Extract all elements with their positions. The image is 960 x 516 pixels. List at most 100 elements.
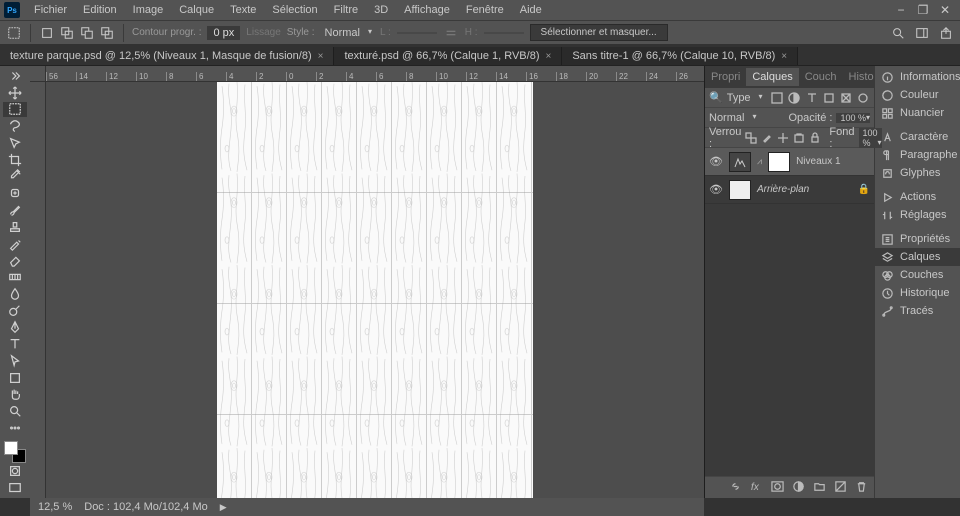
tab-doc-3[interactable]: Sans titre-1 @ 66,7% (Calque 10, RVB/8)× — [562, 47, 798, 65]
blur-tool[interactable] — [3, 286, 27, 302]
mask-icon[interactable] — [771, 480, 784, 496]
screen-mode[interactable] — [3, 480, 27, 496]
lock-trans-icon[interactable] — [745, 131, 757, 145]
menu-window[interactable]: Fenêtre — [458, 0, 512, 20]
pen-tool[interactable] — [3, 319, 27, 335]
visibility-icon[interactable]: 👁 — [709, 183, 723, 196]
dodge-tool[interactable] — [3, 303, 27, 319]
sel-add-icon[interactable] — [59, 25, 75, 41]
rail-swatches[interactable]: Nuancier — [875, 104, 960, 122]
style-dropdown[interactable]: Normal — [321, 26, 374, 40]
window-restore[interactable]: ❐ — [912, 3, 934, 17]
window-minimize[interactable]: − — [890, 3, 912, 17]
rail-character[interactable]: Caractère — [875, 128, 960, 146]
share-icon[interactable] — [938, 25, 954, 41]
feather-input[interactable]: 0 px — [207, 26, 240, 40]
viewport[interactable] — [46, 82, 704, 498]
lasso-tool[interactable] — [3, 118, 27, 134]
mask-thumb[interactable] — [768, 152, 790, 172]
history-brush-tool[interactable] — [3, 236, 27, 252]
rail-channels[interactable]: Couches — [875, 266, 960, 284]
menu-view[interactable]: Affichage — [396, 0, 458, 20]
link-layers-icon[interactable] — [729, 480, 742, 496]
layer-thumb[interactable] — [729, 180, 751, 200]
group-icon[interactable] — [813, 480, 826, 496]
quick-mask[interactable] — [3, 464, 27, 480]
rail-adjustments[interactable]: Réglages — [875, 206, 960, 224]
select-and-mask-button[interactable]: Sélectionner et masquer... — [530, 24, 668, 41]
path-select-tool[interactable] — [3, 353, 27, 369]
menu-select[interactable]: Sélection — [264, 0, 325, 20]
ruler-horizontal[interactable]: 5614121086420246810121416182022242628303… — [46, 66, 704, 82]
sel-intersect-icon[interactable] — [99, 25, 115, 41]
lock-paint-icon[interactable] — [761, 131, 773, 145]
filter-shape-icon[interactable] — [822, 91, 835, 105]
type-tool[interactable] — [3, 336, 27, 352]
blend-mode-dropdown[interactable]: Normal — [709, 112, 756, 124]
eyedropper-tool[interactable] — [3, 169, 27, 185]
expand-toolbox[interactable] — [3, 68, 27, 84]
rail-properties[interactable]: Propriétés — [875, 230, 960, 248]
filter-type-icon[interactable] — [805, 91, 818, 105]
search-icon[interactable] — [890, 25, 906, 41]
close-icon[interactable]: × — [781, 51, 787, 62]
menu-layer[interactable]: Calque — [171, 0, 222, 20]
adj-thumb[interactable] — [729, 152, 751, 172]
layer-name[interactable]: Arrière-plan — [757, 184, 809, 195]
menu-file[interactable]: Fichier — [26, 0, 75, 20]
menu-filter[interactable]: Filtre — [326, 0, 366, 20]
zoom-tool[interactable] — [3, 403, 27, 419]
brush-tool[interactable] — [3, 202, 27, 218]
menu-edit[interactable]: Edition — [75, 0, 125, 20]
ruler-vertical[interactable] — [30, 82, 46, 498]
new-layer-icon[interactable] — [834, 480, 847, 496]
doc-size-display[interactable]: Doc : 102,4 Mo/102,4 Mo — [84, 501, 208, 513]
rail-informations[interactable]: Informations — [875, 68, 960, 86]
edit-toolbar[interactable] — [3, 420, 27, 436]
rail-glyphs[interactable]: Glyphes — [875, 164, 960, 182]
filter-toggle[interactable] — [857, 91, 870, 105]
hand-tool[interactable] — [3, 387, 27, 403]
trash-icon[interactable] — [855, 480, 868, 496]
zoom-display[interactable]: 12,5 % — [38, 501, 72, 513]
tab-channels[interactable]: Couch — [799, 68, 843, 86]
marquee-tool[interactable] — [3, 102, 27, 118]
rail-color[interactable]: Couleur — [875, 86, 960, 104]
filter-adj-icon[interactable] — [788, 91, 801, 105]
shape-tool[interactable] — [3, 370, 27, 386]
tab-properties[interactable]: Propri — [705, 68, 746, 86]
menu-image[interactable]: Image — [125, 0, 172, 20]
lock-pos-icon[interactable] — [777, 131, 789, 145]
healing-tool[interactable] — [3, 185, 27, 201]
window-close[interactable]: ✕ — [934, 3, 956, 17]
sel-sub-icon[interactable] — [79, 25, 95, 41]
menu-help[interactable]: Aide — [512, 0, 550, 20]
move-tool[interactable] — [3, 85, 27, 101]
opacity-input[interactable]: 100 % — [836, 113, 870, 123]
filter-smart-icon[interactable] — [840, 91, 853, 105]
layer-row[interactable]: 👁 ⩘ Niveaux 1 — [705, 148, 874, 176]
filter-pixel-icon[interactable] — [771, 91, 784, 105]
crop-tool[interactable] — [3, 152, 27, 168]
menu-text[interactable]: Texte — [222, 0, 264, 20]
layer-name[interactable]: Niveaux 1 — [796, 156, 840, 167]
lock-icon[interactable]: 🔒 — [858, 184, 870, 195]
visibility-icon[interactable]: 👁 — [709, 155, 723, 168]
document-canvas[interactable] — [217, 82, 533, 498]
lock-all-icon[interactable] — [809, 131, 821, 145]
sel-new-icon[interactable] — [39, 25, 55, 41]
rail-history[interactable]: Historique — [875, 284, 960, 302]
quick-select-tool[interactable] — [3, 135, 27, 151]
menu-3d[interactable]: 3D — [366, 0, 396, 20]
rail-layers[interactable]: Calques — [875, 248, 960, 266]
close-icon[interactable]: × — [545, 51, 551, 62]
tab-doc-1[interactable]: texture parque.psd @ 12,5% (Niveaux 1, M… — [0, 47, 334, 65]
layer-row[interactable]: 👁 Arrière-plan 🔒 — [705, 176, 874, 204]
color-swatch[interactable] — [4, 441, 26, 463]
tab-layers[interactable]: Calques — [746, 68, 798, 86]
eraser-tool[interactable] — [3, 252, 27, 268]
rail-paragraph[interactable]: Paragraphe — [875, 146, 960, 164]
close-icon[interactable]: × — [318, 51, 324, 62]
fill-input[interactable]: 100 % — [859, 128, 882, 148]
adjustment-icon[interactable] — [792, 480, 805, 496]
